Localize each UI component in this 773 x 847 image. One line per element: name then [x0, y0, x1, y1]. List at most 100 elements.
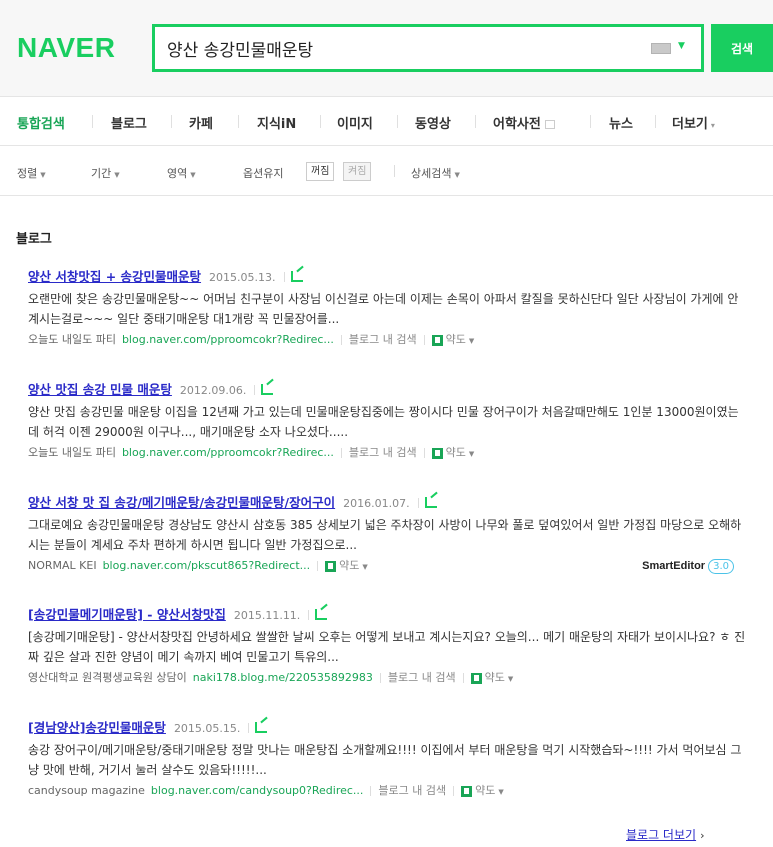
map-icon: [431, 334, 443, 346]
blog-search-link[interactable]: 블로그 내 검색: [349, 333, 417, 346]
blog-search-link[interactable]: 블로그 내 검색: [388, 671, 456, 684]
chevron-down-icon: ▼: [40, 171, 46, 179]
meta-divider: [340, 448, 342, 458]
tab-video[interactable]: 동영상: [415, 113, 451, 132]
map-link[interactable]: 약도 ▼: [431, 446, 475, 459]
sort-dropdown[interactable]: 정렬 ▼: [17, 165, 46, 181]
keyboard-icon[interactable]: [651, 43, 671, 54]
chevron-down-icon: ▼: [190, 171, 196, 179]
map-link[interactable]: 약도 ▼: [470, 671, 514, 684]
result-url-link[interactable]: blog.naver.com/candysoup0?Redirec...: [151, 784, 364, 797]
chevron-down-icon: ▼: [454, 171, 460, 179]
meta-divider: [317, 561, 319, 571]
blog-more-label: 블로그 더보기: [626, 828, 697, 842]
chevron-down-icon: ▼: [362, 563, 368, 571]
tab-more[interactable]: 더보기 ▾: [672, 113, 715, 132]
chevron-down-icon: ▼: [468, 450, 475, 458]
chevron-right-icon: ›: [700, 829, 705, 842]
result-author-link[interactable]: 오늘도 내일도 파티: [28, 446, 116, 459]
search-box: ▼: [152, 24, 704, 72]
chevron-down-icon: ▼: [114, 171, 120, 179]
result-title-link[interactable]: 양산 서창 맛 집 송강/메기매운탕/송강민물매운탕/장어구이: [28, 495, 335, 510]
result-author-link[interactable]: NORMAL KEI: [28, 559, 97, 572]
tab-image[interactable]: 이미지: [337, 113, 373, 132]
tab-divider: [655, 115, 656, 128]
search-tabs: 통합검색 블로그 카페 지식iN 이미지 동영상 어학사전 뉴스 더보기 ▾: [0, 98, 773, 146]
tab-news[interactable]: 뉴스: [609, 113, 633, 132]
map-label: 약도: [445, 446, 466, 459]
share-icon[interactable]: [290, 271, 303, 282]
result-url-link[interactable]: blog.naver.com/pkscut865?Redirect...: [103, 559, 311, 572]
chevron-down-icon: ▼: [507, 675, 514, 683]
search-input[interactable]: [167, 33, 637, 63]
tab-blog[interactable]: 블로그: [111, 113, 147, 132]
result-date: 2015.11.11.: [233, 609, 301, 622]
head-divider: [254, 384, 256, 395]
result-author-link[interactable]: 오늘도 내일도 파티: [28, 333, 116, 346]
period-dropdown[interactable]: 기간 ▼: [91, 165, 120, 181]
detail-search-label: 상세검색: [411, 167, 452, 180]
meta-divider: [379, 673, 381, 683]
detail-search-dropdown[interactable]: 상세검색 ▼: [411, 165, 460, 181]
tab-dictionary[interactable]: 어학사전: [493, 113, 555, 132]
blog-more-link[interactable]: 블로그 더보기 ›: [626, 826, 704, 843]
map-link[interactable]: 약도 ▼: [461, 784, 504, 797]
share-icon[interactable]: [315, 609, 328, 620]
header: NAVER ▼ 검색: [0, 0, 773, 97]
result-title-link[interactable]: 양산 맛집 송강 민물 매운탕: [28, 382, 172, 397]
naver-logo[interactable]: NAVER: [17, 32, 115, 64]
result-description: 그대로예요 송강민물매운탕 경상남도 양산시 삼호동 385 상세보기 넓은 주…: [28, 518, 742, 552]
tab-more-label: 더보기: [672, 117, 708, 132]
result-description: [송강메기매운탕] - 양산서창맛집 안녕하세요 쌀쌀한 날씨 오후는 어떻게 …: [28, 630, 746, 664]
result-title-link[interactable]: [송강민물메기매운탕] - 양산서창맛집: [28, 607, 226, 622]
result-description: 양산 맛집 송강민물 매운탕 이집을 12년째 가고 있는데 민물매운탕집중에는…: [28, 405, 739, 439]
result-author-link[interactable]: 영산대학교 원격평생교육원 상담이: [28, 671, 187, 684]
map-link[interactable]: 약도 ▼: [431, 333, 475, 346]
blog-search-link[interactable]: 블로그 내 검색: [349, 446, 417, 459]
smart-editor-label: SmartEditor: [642, 560, 706, 572]
popup-icon: [544, 120, 555, 129]
share-icon[interactable]: [255, 722, 268, 733]
meta-divider: [423, 335, 425, 345]
keep-options-label: 옵션유지: [243, 167, 284, 180]
tab-cafe[interactable]: 카페: [189, 113, 213, 132]
meta-divider: [340, 335, 342, 345]
meta-divider: [423, 448, 425, 458]
chevron-down-icon: ▼: [498, 788, 504, 796]
share-icon[interactable]: [424, 497, 437, 508]
result-url-link[interactable]: blog.naver.com/pproomcokr?Redirec...: [122, 333, 334, 346]
tab-integrated[interactable]: 통합검색: [17, 113, 65, 132]
share-icon[interactable]: [261, 384, 274, 395]
smart-editor-version: 3.0: [708, 559, 734, 574]
blog-result: [경남양산]송강민물매운탕 2015.05.15. 송강 장어구이/메기매운탕/중…: [28, 717, 748, 799]
tab-divider: [171, 115, 172, 128]
tab-divider: [397, 115, 398, 128]
keep-options-on-toggle[interactable]: 켜짐: [343, 162, 372, 181]
result-url-link[interactable]: blog.naver.com/pproomcokr?Redirec...: [122, 446, 334, 459]
result-url-link[interactable]: naki178.blog.me/220535892983: [193, 671, 373, 684]
search-options: 정렬 ▼ 기간 ▼ 영역 ▼ 옵션유지 꺼짐 켜짐 상세검색 ▼: [0, 147, 773, 196]
map-link[interactable]: 약도 ▼: [325, 559, 368, 572]
result-description: 오랜만에 찾은 송강민물매운탕~~ 어머님 친구분이 사장님 이신걸로 아는데 …: [28, 292, 739, 326]
result-date: 2015.05.15.: [173, 722, 241, 735]
result-title-link[interactable]: 양산 서창맛집 + 송강민물매운탕: [28, 269, 201, 284]
keep-options-off-toggle[interactable]: 꺼짐: [306, 162, 335, 181]
chevron-down-icon[interactable]: ▼: [678, 41, 685, 51]
map-label: 약도: [339, 559, 360, 572]
result-title-link[interactable]: [경남양산]송강민물매운탕: [28, 720, 166, 735]
blog-result: 양산 맛집 송강 민물 매운탕 2012.09.06. 양산 맛집 송강민물 매운…: [28, 379, 748, 461]
search-button[interactable]: 검색: [711, 24, 773, 72]
blog-search-link[interactable]: 블로그 내 검색: [378, 784, 446, 797]
area-dropdown[interactable]: 영역 ▼: [167, 165, 196, 181]
head-divider: [308, 609, 310, 620]
result-author-link[interactable]: candysoup magazine: [28, 784, 145, 797]
tab-kin[interactable]: 지식iN: [257, 113, 296, 132]
map-label: 약도: [475, 784, 496, 797]
blog-result: [송강민물메기매운탕] - 양산서창맛집 2015.11.11. [송강메기매운탕…: [28, 604, 748, 686]
tab-divider: [320, 115, 321, 128]
meta-divider: [453, 786, 455, 796]
chevron-down-icon: ▼: [468, 337, 475, 345]
map-icon: [470, 672, 482, 684]
tab-dictionary-label: 어학사전: [493, 117, 541, 132]
section-title: 블로그: [16, 232, 52, 247]
